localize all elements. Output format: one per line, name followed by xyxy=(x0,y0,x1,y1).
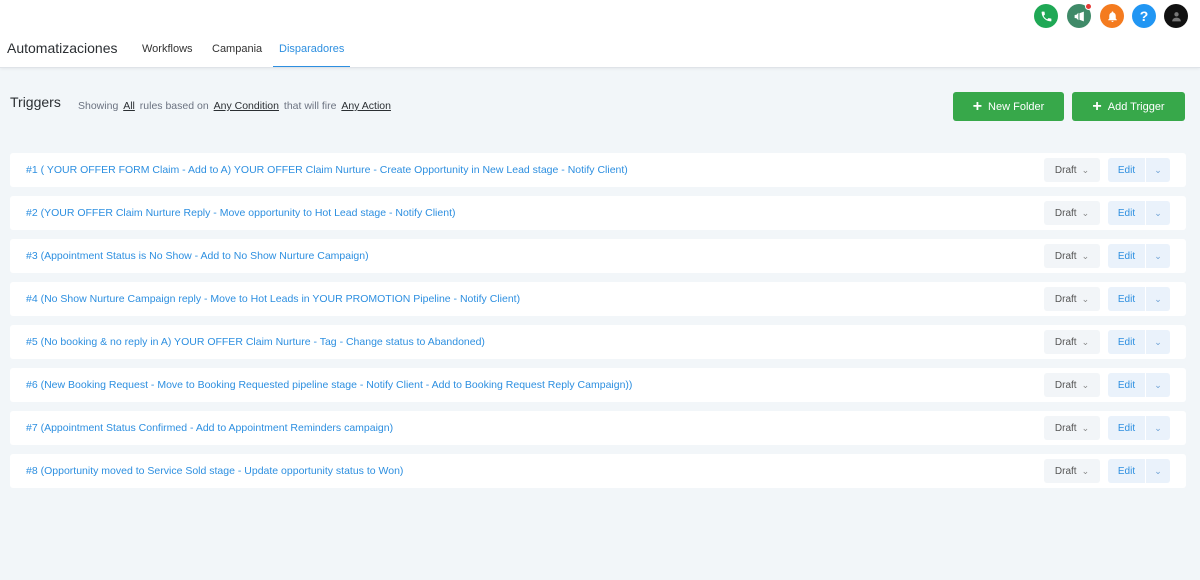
status-dropdown[interactable]: Draft ⌄ xyxy=(1044,244,1100,268)
tab-workflows[interactable]: Workflows xyxy=(142,43,193,66)
status-label: Draft xyxy=(1054,379,1077,391)
trigger-title-link[interactable]: #5 (No booking & no reply in A) YOUR OFF… xyxy=(26,336,485,348)
filter-condition-select[interactable]: Any Condition xyxy=(214,100,279,112)
chevron-down-icon: ⌄ xyxy=(1081,293,1090,304)
edit-options-button[interactable]: ⌄ xyxy=(1146,416,1170,440)
edit-button[interactable]: Edit xyxy=(1108,373,1145,397)
trigger-title-link[interactable]: #3 (Appointment Status is No Show - Add … xyxy=(26,250,369,262)
edit-button[interactable]: Edit xyxy=(1108,330,1145,354)
chevron-down-icon: ⌄ xyxy=(1081,379,1090,390)
phone-icon[interactable] xyxy=(1034,4,1058,28)
filter-rules-label: rules based on xyxy=(139,100,209,112)
add-trigger-label: Add Trigger xyxy=(1107,100,1165,113)
edit-options-button[interactable]: ⌄ xyxy=(1146,244,1170,268)
top-header: Automatizaciones Workflows Campania Disp… xyxy=(0,0,1200,68)
chevron-down-icon: ⌄ xyxy=(1154,422,1162,433)
trigger-row: #3 (Appointment Status is No Show - Add … xyxy=(10,239,1186,273)
edit-button[interactable]: Edit xyxy=(1108,459,1145,483)
edit-options-button[interactable]: ⌄ xyxy=(1146,158,1170,182)
filter-summary: Showing All rules based on Any Condition… xyxy=(78,100,393,112)
app-title: Automatizaciones xyxy=(7,40,118,56)
chevron-down-icon: ⌄ xyxy=(1154,336,1162,347)
avatar[interactable] xyxy=(1164,4,1188,28)
trigger-row: #2 (YOUR OFFER Claim Nurture Reply - Mov… xyxy=(10,196,1186,230)
filter-showing-label: Showing xyxy=(78,100,119,112)
edit-options-button[interactable]: ⌄ xyxy=(1146,287,1170,311)
trigger-title-link[interactable]: #7 (Appointment Status Confirmed - Add t… xyxy=(26,422,393,434)
new-folder-button[interactable]: + New Folder xyxy=(953,92,1064,121)
status-label: Draft xyxy=(1054,465,1077,477)
chevron-down-icon: ⌄ xyxy=(1081,164,1090,175)
status-label: Draft xyxy=(1054,164,1077,176)
trigger-row: #5 (No booking & no reply in A) YOUR OFF… xyxy=(10,325,1186,359)
tab-campania[interactable]: Campania xyxy=(212,43,262,66)
bell-icon[interactable] xyxy=(1100,4,1124,28)
plus-icon: + xyxy=(1092,97,1102,115)
edit-options-button[interactable]: ⌄ xyxy=(1146,459,1170,483)
status-dropdown[interactable]: Draft ⌄ xyxy=(1044,459,1100,483)
chevron-down-icon: ⌄ xyxy=(1154,250,1162,261)
edit-options-button[interactable]: ⌄ xyxy=(1146,373,1170,397)
chevron-down-icon: ⌄ xyxy=(1081,207,1090,218)
status-dropdown[interactable]: Draft ⌄ xyxy=(1044,158,1100,182)
chevron-down-icon: ⌄ xyxy=(1081,465,1090,476)
edit-button[interactable]: Edit xyxy=(1108,158,1145,182)
chevron-down-icon: ⌄ xyxy=(1081,336,1090,347)
edit-options-button[interactable]: ⌄ xyxy=(1146,330,1170,354)
edit-button[interactable]: Edit xyxy=(1108,201,1145,225)
status-label: Draft xyxy=(1054,207,1077,219)
trigger-row: #8 (Opportunity moved to Service Sold st… xyxy=(10,454,1186,488)
status-dropdown[interactable]: Draft ⌄ xyxy=(1044,330,1100,354)
status-dropdown[interactable]: Draft ⌄ xyxy=(1044,373,1100,397)
chevron-down-icon: ⌄ xyxy=(1154,293,1162,304)
edit-button[interactable]: Edit xyxy=(1108,287,1145,311)
megaphone-icon[interactable] xyxy=(1067,3,1092,28)
tab-disparadores[interactable]: Disparadores xyxy=(273,43,351,67)
chevron-down-icon: ⌄ xyxy=(1081,250,1090,261)
plus-icon: + xyxy=(972,97,983,115)
status-label: Draft xyxy=(1054,336,1077,348)
edit-button[interactable]: Edit xyxy=(1108,416,1145,440)
add-trigger-button[interactable]: + Add Trigger xyxy=(1072,92,1185,121)
trigger-row: #1 ( YOUR OFFER FORM Claim - Add to A) Y… xyxy=(10,153,1186,187)
filter-action-select[interactable]: Any Action xyxy=(341,100,391,112)
chevron-down-icon: ⌄ xyxy=(1154,164,1162,175)
trigger-row: #7 (Appointment Status Confirmed - Add t… xyxy=(10,411,1186,445)
status-dropdown[interactable]: Draft ⌄ xyxy=(1044,416,1100,440)
chevron-down-icon: ⌄ xyxy=(1081,422,1090,433)
edit-button[interactable]: Edit xyxy=(1108,244,1145,268)
filter-all-select[interactable]: All xyxy=(123,100,135,112)
status-dropdown[interactable]: Draft ⌄ xyxy=(1044,201,1100,225)
notification-badge xyxy=(1085,3,1092,10)
edit-options-button[interactable]: ⌄ xyxy=(1146,201,1170,225)
chevron-down-icon: ⌄ xyxy=(1154,465,1162,476)
status-label: Draft xyxy=(1054,422,1077,434)
help-icon[interactable]: ? xyxy=(1132,4,1156,28)
chevron-down-icon: ⌄ xyxy=(1154,379,1162,390)
trigger-title-link[interactable]: #4 (No Show Nurture Campaign reply - Mov… xyxy=(26,293,520,305)
status-dropdown[interactable]: Draft ⌄ xyxy=(1044,287,1100,311)
trigger-title-link[interactable]: #6 (New Booking Request - Move to Bookin… xyxy=(26,379,632,391)
trigger-row: #4 (No Show Nurture Campaign reply - Mov… xyxy=(10,282,1186,316)
trigger-title-link[interactable]: #2 (YOUR OFFER Claim Nurture Reply - Mov… xyxy=(26,207,456,219)
status-label: Draft xyxy=(1054,250,1077,262)
status-label: Draft xyxy=(1054,293,1077,305)
trigger-row: #6 (New Booking Request - Move to Bookin… xyxy=(10,368,1186,402)
trigger-title-link[interactable]: #8 (Opportunity moved to Service Sold st… xyxy=(26,465,403,477)
chevron-down-icon: ⌄ xyxy=(1154,207,1162,218)
new-folder-label: New Folder xyxy=(988,100,1045,113)
trigger-title-link[interactable]: #1 ( YOUR OFFER FORM Claim - Add to A) Y… xyxy=(26,164,628,176)
filter-fire-label: that will fire xyxy=(283,100,337,112)
page-title: Triggers xyxy=(10,94,61,110)
